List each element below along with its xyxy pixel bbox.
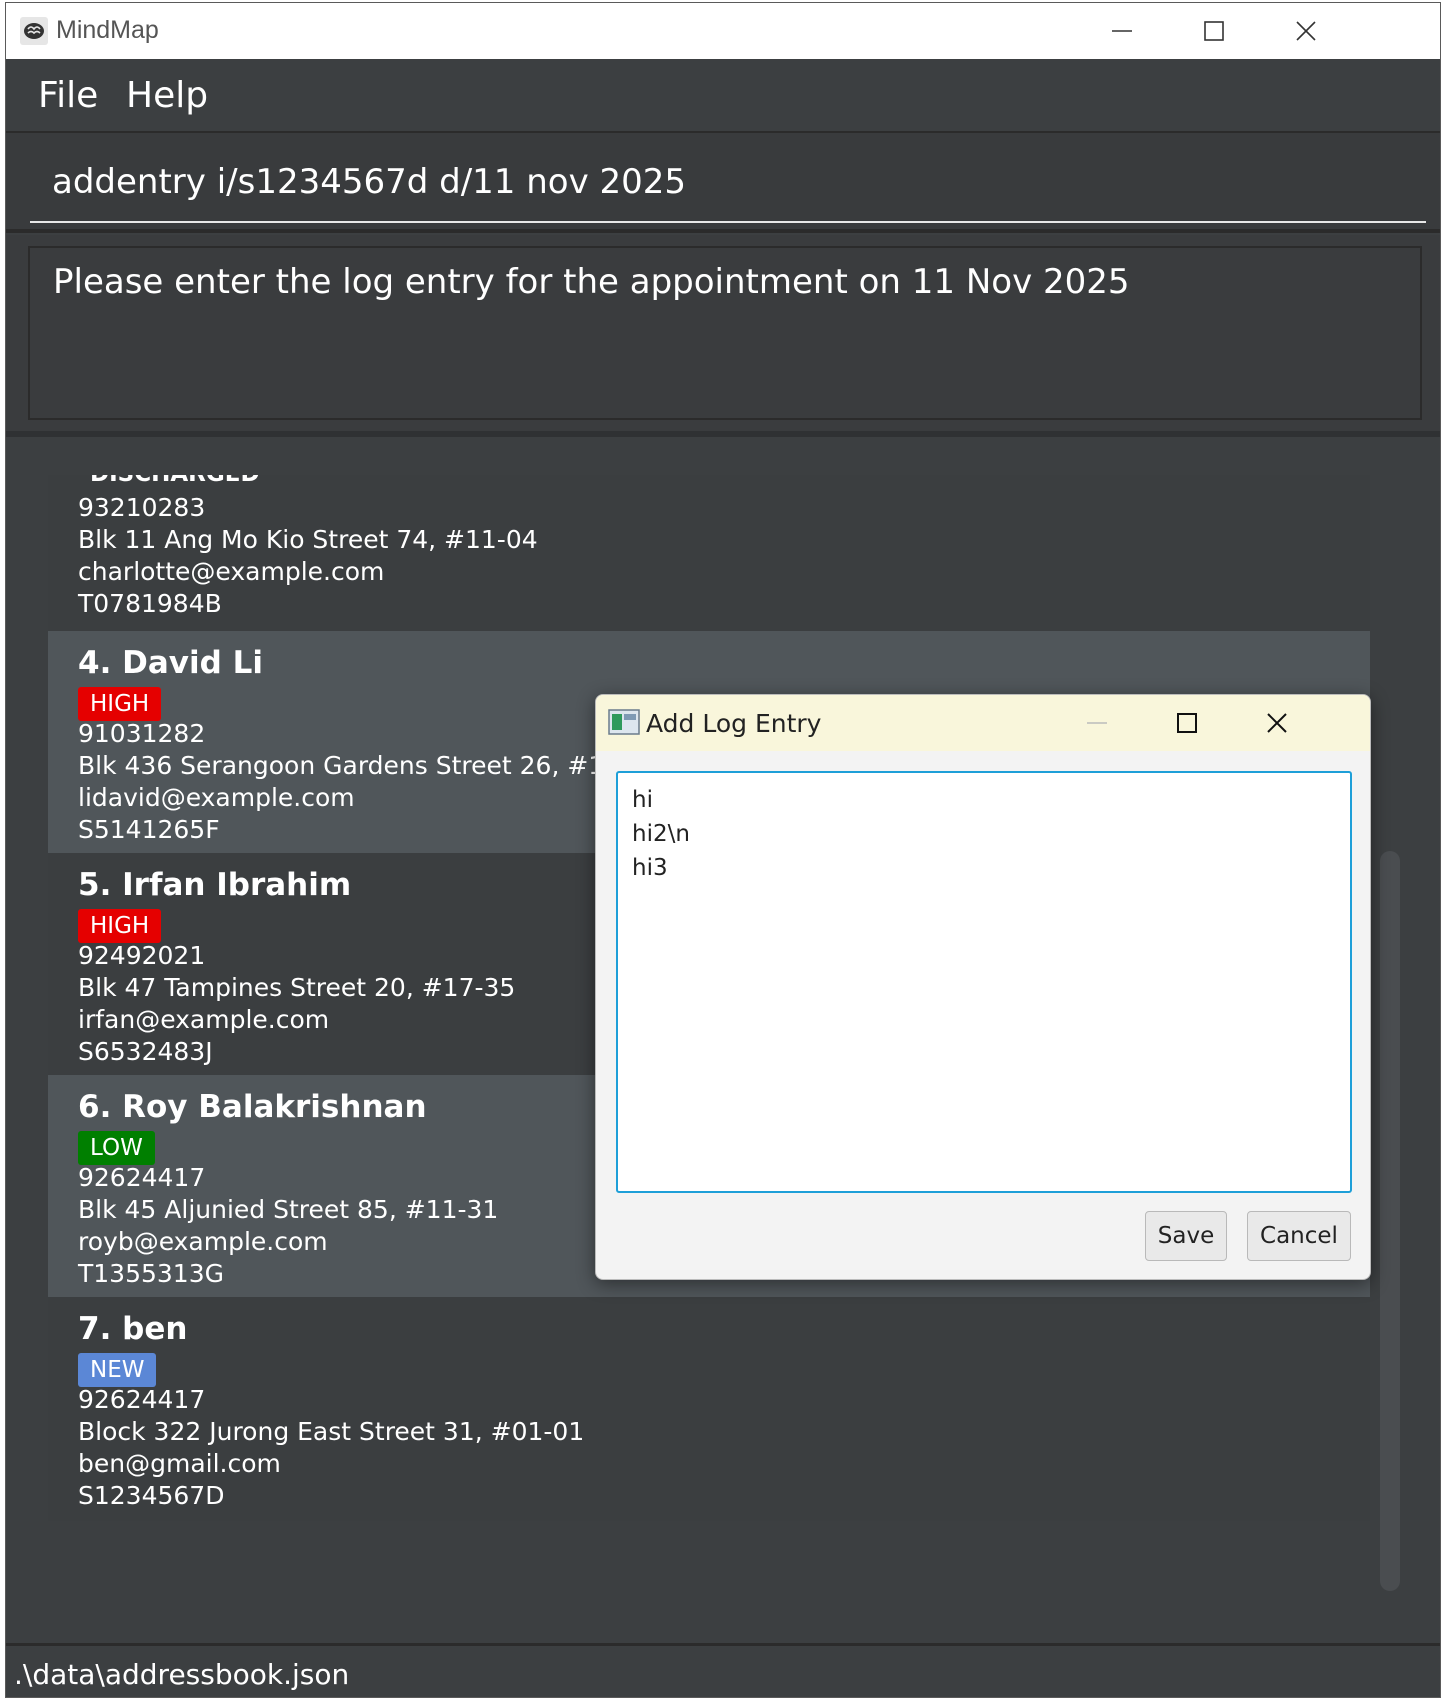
person-name: 7. ben bbox=[78, 1311, 188, 1347]
cancel-button[interactable]: Cancel bbox=[1247, 1211, 1351, 1261]
dialog-titlebar[interactable]: Add Log Entry bbox=[596, 695, 1370, 751]
save-button[interactable]: Save bbox=[1145, 1211, 1227, 1261]
person-nric: T0781984B bbox=[78, 589, 222, 618]
person-address: Blk 436 Serangoon Gardens Street 26, #16… bbox=[78, 751, 661, 780]
person-email: lidavid@example.com bbox=[78, 783, 355, 812]
person-nric: S6532483J bbox=[78, 1037, 213, 1066]
person-email: royb@example.com bbox=[78, 1227, 328, 1256]
status-bar: .\data\addressbook.json bbox=[6, 1643, 1440, 1697]
maximize-icon bbox=[1177, 713, 1197, 733]
person-phone: 92624417 bbox=[78, 1163, 206, 1192]
dialog-close-button[interactable] bbox=[1232, 695, 1322, 751]
person-phone: 91031282 bbox=[78, 719, 206, 748]
window-titlebar[interactable]: MindMap bbox=[6, 3, 1440, 59]
window-icon bbox=[608, 709, 640, 735]
menu-help[interactable]: Help bbox=[126, 75, 208, 116]
person-email: charlotte@example.com bbox=[78, 557, 385, 586]
scrollbar-thumb[interactable] bbox=[1380, 851, 1400, 1591]
person-phone: 92492021 bbox=[78, 941, 206, 970]
person-nric: S1234567D bbox=[78, 1481, 225, 1510]
log-entry-textarea[interactable]: hi hi2\n hi3 bbox=[616, 771, 1352, 1193]
priority-tag: NEW bbox=[78, 1353, 157, 1387]
priority-tag: LOW bbox=[78, 1131, 155, 1165]
person-address: Block 322 Jurong East Street 31, #01-01 bbox=[78, 1417, 585, 1446]
person-phone: 93210283 bbox=[78, 493, 206, 522]
result-text: Please enter the log entry for the appoi… bbox=[53, 262, 1130, 302]
minimize-icon bbox=[1112, 30, 1132, 32]
command-box bbox=[6, 131, 1440, 233]
close-button[interactable] bbox=[1260, 3, 1352, 59]
list-item[interactable]: 7. ben NEW 92624417 Block 322 Jurong Eas… bbox=[48, 1297, 1370, 1521]
priority-tag: HIGH bbox=[78, 687, 162, 721]
person-name: 5. Irfan Ibrahim bbox=[78, 867, 352, 903]
person-name: 4. David Li bbox=[78, 645, 263, 681]
app-icon bbox=[20, 17, 48, 45]
close-icon bbox=[1267, 713, 1287, 733]
dialog-minimize-button bbox=[1052, 695, 1142, 751]
minimize-icon bbox=[1087, 722, 1107, 724]
menu-file[interactable]: File bbox=[38, 75, 98, 116]
dialog-maximize-button[interactable] bbox=[1142, 695, 1232, 751]
person-email: ben@gmail.com bbox=[78, 1449, 281, 1478]
command-input[interactable] bbox=[30, 143, 1426, 223]
person-email: irfan@example.com bbox=[78, 1005, 330, 1034]
person-phone: 92624417 bbox=[78, 1385, 206, 1414]
status-badge: DISCHARGED bbox=[90, 475, 260, 487]
maximize-icon bbox=[1204, 21, 1224, 41]
person-name: 6. Roy Balakrishnan bbox=[78, 1089, 427, 1125]
result-display: Please enter the log entry for the appoi… bbox=[28, 246, 1422, 420]
person-address: Blk 11 Ang Mo Kio Street 74, #11-04 bbox=[78, 525, 538, 554]
person-nric: T1355313G bbox=[78, 1259, 224, 1288]
list-item[interactable]: DISCHARGED 93210283 Blk 11 Ang Mo Kio St… bbox=[48, 475, 1370, 631]
priority-tag: HIGH bbox=[78, 909, 162, 943]
person-address: Blk 47 Tampines Street 20, #17-35 bbox=[78, 973, 516, 1002]
minimize-button[interactable] bbox=[1076, 3, 1168, 59]
save-location: .\data\addressbook.json bbox=[14, 1658, 350, 1691]
dialog-title: Add Log Entry bbox=[646, 709, 822, 738]
result-display-area: Please enter the log entry for the appoi… bbox=[6, 235, 1440, 435]
window-title: MindMap bbox=[56, 16, 159, 44]
maximize-button[interactable] bbox=[1168, 3, 1260, 59]
add-log-entry-dialog: Add Log Entry hi hi2\n hi3 Save Cancel bbox=[595, 694, 1371, 1280]
close-icon bbox=[1296, 21, 1316, 41]
person-nric: S5141265F bbox=[78, 815, 220, 844]
menu-bar: File Help bbox=[6, 59, 1440, 131]
person-address: Blk 45 Aljunied Street 85, #11-31 bbox=[78, 1195, 499, 1224]
